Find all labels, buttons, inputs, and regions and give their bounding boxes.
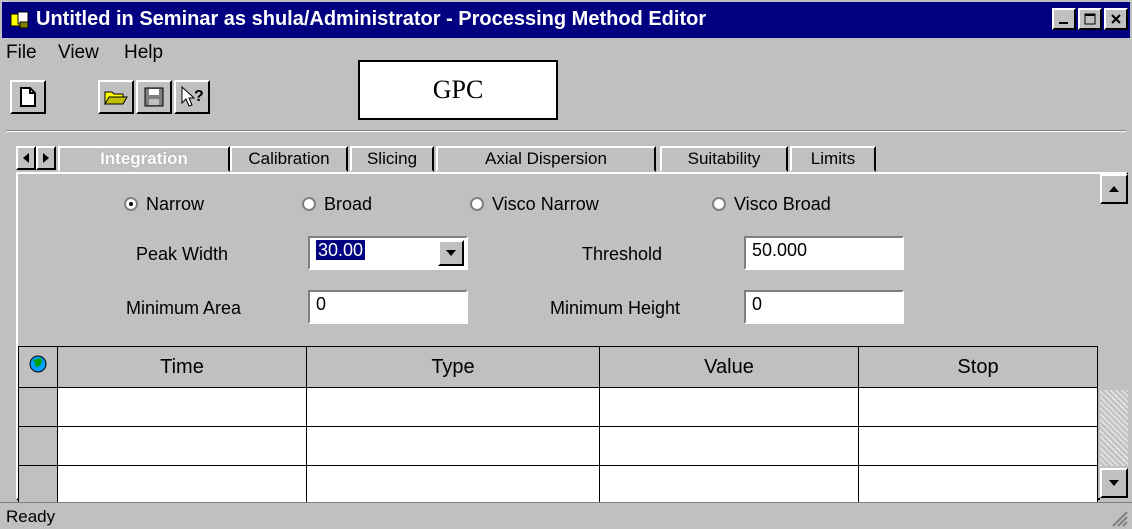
cell-value[interactable]	[599, 387, 859, 427]
threshold-input[interactable]: 50.000	[744, 236, 904, 270]
menu-view-label: View	[58, 42, 99, 63]
events-table: Time Type Value Stop	[18, 346, 1098, 505]
radio-broad-label: Broad	[324, 194, 373, 214]
minimize-button[interactable]	[1052, 8, 1076, 30]
resize-grip-icon[interactable]	[1110, 509, 1128, 527]
menu-file[interactable]: File	[6, 42, 37, 64]
menu-file-label: File	[6, 42, 37, 63]
table-row	[18, 426, 1098, 466]
row-selector[interactable]	[18, 387, 58, 427]
close-icon	[1111, 14, 1121, 24]
table-row	[18, 387, 1098, 427]
cell-stop[interactable]	[858, 387, 1098, 427]
table-corner[interactable]	[18, 346, 58, 388]
radio-unchecked-icon	[302, 197, 316, 211]
scroll-down-button[interactable]	[1100, 468, 1128, 498]
save-button[interactable]	[136, 80, 172, 114]
minimum-height-label: Minimum Height	[550, 298, 681, 318]
vertical-scrollbar[interactable]	[1100, 174, 1128, 500]
radio-visco-narrow-label: Visco Narrow	[492, 194, 599, 214]
close-button[interactable]	[1104, 8, 1128, 30]
column-header-stop[interactable]: Stop	[858, 346, 1098, 388]
save-disk-icon	[144, 87, 164, 107]
cell-time[interactable]	[57, 426, 307, 466]
tab-limits[interactable]: Limits	[790, 146, 876, 172]
radio-narrow-label: Narrow	[146, 194, 205, 214]
arrow-down-icon	[1109, 480, 1119, 486]
cell-stop[interactable]	[858, 465, 1098, 505]
table-header-row: Time Type Value Stop	[18, 346, 1098, 388]
peak-width-dropdown-button[interactable]	[438, 240, 464, 266]
globe-icon	[29, 355, 47, 373]
radio-visco-broad-label: Visco Broad	[734, 194, 831, 214]
menu-help-label: Help	[124, 42, 164, 63]
toolbar: ?	[6, 76, 266, 124]
arrow-up-icon	[1109, 186, 1119, 192]
new-button[interactable]	[10, 80, 46, 114]
row-selector[interactable]	[18, 426, 58, 466]
open-folder-icon	[104, 91, 128, 105]
menu-help[interactable]: Help	[124, 42, 163, 64]
toolbar-divider	[6, 130, 1126, 132]
processing-method-editor-window: Untitled in Seminar as shula/Administrat…	[0, 0, 1132, 529]
tab-scroll-right-button[interactable]	[36, 146, 56, 170]
cell-time[interactable]	[57, 465, 307, 505]
radio-checked-icon	[124, 197, 138, 211]
tab-scroll-left-button[interactable]	[16, 146, 36, 170]
column-header-time[interactable]: Time	[57, 346, 307, 388]
tab-calibration[interactable]: Calibration	[230, 146, 348, 172]
title-bar[interactable]: Untitled in Seminar as shula/Administrat…	[2, 2, 1130, 38]
context-help-button[interactable]: ?	[174, 80, 210, 114]
svg-text:?: ?	[194, 88, 204, 105]
status-text: Ready	[6, 507, 56, 526]
maximize-icon	[1084, 13, 1096, 25]
window-title: Untitled in Seminar as shula/Administrat…	[36, 8, 707, 30]
table-row	[18, 465, 1098, 505]
open-button[interactable]	[98, 80, 134, 114]
threshold-label: Threshold	[582, 244, 663, 264]
cell-value[interactable]	[599, 426, 859, 466]
radio-visco-broad[interactable]: Visco Broad	[712, 194, 831, 215]
cell-type[interactable]	[306, 465, 600, 505]
radio-unchecked-icon	[470, 197, 484, 211]
row-selector[interactable]	[18, 465, 58, 505]
maximize-button[interactable]	[1078, 8, 1102, 30]
radio-unchecked-icon	[712, 197, 726, 211]
peak-width-value: 30.00	[316, 240, 366, 260]
cell-type[interactable]	[306, 387, 600, 427]
minimum-area-label: Minimum Area	[126, 298, 242, 318]
app-icon	[10, 11, 29, 29]
minimize-icon	[1059, 22, 1068, 24]
tab-axial-dispersion[interactable]: Axial Dispersion	[436, 146, 656, 172]
cell-type[interactable]	[306, 426, 600, 466]
arrow-right-icon	[43, 153, 49, 163]
status-bar: Ready	[0, 502, 1132, 529]
column-header-type[interactable]: Type	[306, 346, 600, 388]
radio-visco-narrow[interactable]: Visco Narrow	[470, 194, 599, 215]
peak-width-label: Peak Width	[136, 244, 229, 264]
gpc-annotation-box: GPC	[358, 60, 558, 120]
tab-suitability[interactable]: Suitability	[660, 146, 788, 172]
cell-time[interactable]	[57, 387, 307, 427]
arrow-left-icon	[23, 153, 29, 163]
cell-stop[interactable]	[858, 426, 1098, 466]
cell-value[interactable]	[599, 465, 859, 505]
radio-narrow[interactable]: Narrow	[124, 194, 204, 215]
context-help-icon: ?	[181, 85, 204, 107]
tab-slicing[interactable]: Slicing	[350, 146, 434, 172]
peak-width-select[interactable]: 30.00	[308, 236, 468, 270]
menu-view[interactable]: View	[58, 42, 99, 64]
radio-broad[interactable]: Broad	[302, 194, 372, 215]
column-header-value[interactable]: Value	[599, 346, 859, 388]
minimum-height-input[interactable]: 0	[744, 290, 904, 324]
minimum-area-input[interactable]: 0	[308, 290, 468, 324]
tab-integration[interactable]: Integration	[58, 146, 230, 172]
scroll-up-button[interactable]	[1100, 174, 1128, 204]
scroll-track[interactable]	[1100, 390, 1128, 466]
chevron-down-icon	[446, 250, 456, 256]
new-document-icon	[20, 87, 36, 107]
